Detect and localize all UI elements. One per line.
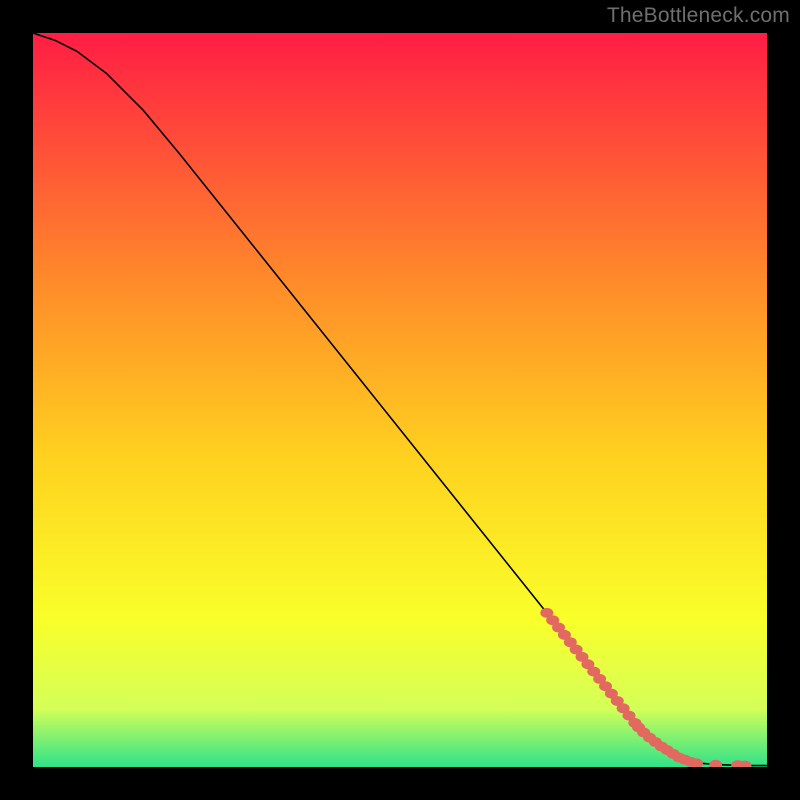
gradient-background [33, 33, 767, 767]
watermark-label: TheBottleneck.com [607, 4, 790, 28]
plot-area [33, 33, 767, 767]
plot-svg [33, 33, 767, 767]
chart-frame: TheBottleneck.com [0, 0, 800, 800]
